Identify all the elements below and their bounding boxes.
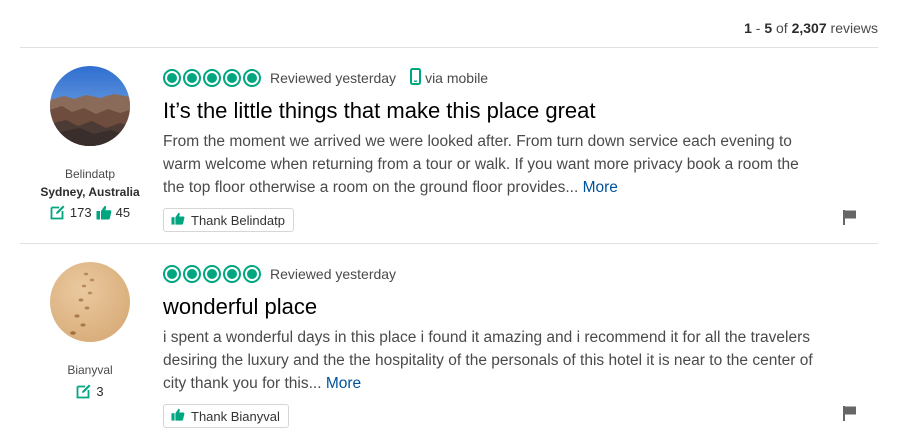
review-date: Reviewed yesterday [270,70,397,86]
helpful-vote-count: 45 [115,204,131,220]
contribution-count: 3 [96,383,104,399]
review-body: i spent a wonderful days in this place i… [163,326,813,395]
avatar[interactable] [50,66,130,146]
reviews-suffix: reviews [826,20,878,36]
reviewer-name[interactable]: Belindatp [20,167,160,181]
more-link[interactable]: More [583,179,618,196]
reviewer-stats: 3 [20,383,160,399]
review-count: 1 - 5 of 2,307 reviews [744,20,878,36]
rating-bubbles [163,265,261,283]
reviewer-profile: Belindatp Sydney, Australia 173 45 [20,66,160,220]
reviewer-profile: Bianyval 3 [20,262,160,399]
reviewer-name[interactable]: Bianyval [20,363,160,377]
review-title[interactable]: It’s the little things that make this pl… [163,97,858,125]
more-link[interactable]: More [326,375,361,392]
thank-label: Thank Belindatp [191,212,285,228]
review-text: i spent a wonderful days in this place i… [163,329,813,392]
pencil-square-icon [50,204,66,220]
thank-button[interactable]: Thank Belindatp [163,208,294,232]
review-date: Reviewed yesterday [270,266,397,282]
via-mobile: via mobile [410,68,488,88]
rating-bubble-icon [203,69,221,87]
of-text: of [772,20,792,36]
contribution-count: 173 [69,204,92,220]
review-text: From the moment we arrived we were looke… [163,133,799,196]
rating-bubbles [163,69,261,87]
rating-bubble-icon [183,69,201,87]
rating-bubble-icon [223,265,241,283]
via-mobile-label: via mobile [425,70,489,86]
pencil-square-icon [76,383,92,399]
range-sep: - [751,20,765,36]
thumbs-up-icon [171,408,185,424]
rating-bubble-icon [183,265,201,283]
avatar[interactable] [50,262,130,342]
review-card: Belindatp Sydney, Australia 173 45 Revie… [20,48,878,243]
phone-icon [410,68,422,88]
thank-button[interactable]: Thank Bianyval [163,404,289,428]
review-title[interactable]: wonderful place [163,293,858,321]
review-meta: Reviewed yesterday via mobile [163,67,858,89]
review-content: Reviewed yesterday wonderful place i spe… [163,263,858,395]
rating-bubble-icon [243,265,261,283]
total-reviews: 2,307 [791,20,827,36]
range-start: 1 [744,20,752,36]
rating-bubble-icon [163,265,181,283]
thumbs-up-icon [96,205,112,220]
rating-bubble-icon [223,69,241,87]
rating-bubble-icon [243,69,261,87]
thumbs-up-icon [171,212,185,228]
range-end: 5 [764,20,773,36]
flag-icon[interactable] [842,209,858,230]
reviewer-stats: 173 45 [20,204,160,220]
rating-bubble-icon [203,265,221,283]
review-content: Reviewed yesterday via mobile It’s the l… [163,67,858,199]
flag-icon[interactable] [842,405,858,426]
review-body: From the moment we arrived we were looke… [163,130,813,199]
review-meta: Reviewed yesterday [163,263,858,285]
reviewer-location: Sydney, Australia [40,185,140,199]
rating-bubble-icon [163,69,181,87]
thank-label: Thank Bianyval [191,408,280,424]
review-card: Bianyval 3 Reviewed yesterday wonderful … [20,244,878,439]
